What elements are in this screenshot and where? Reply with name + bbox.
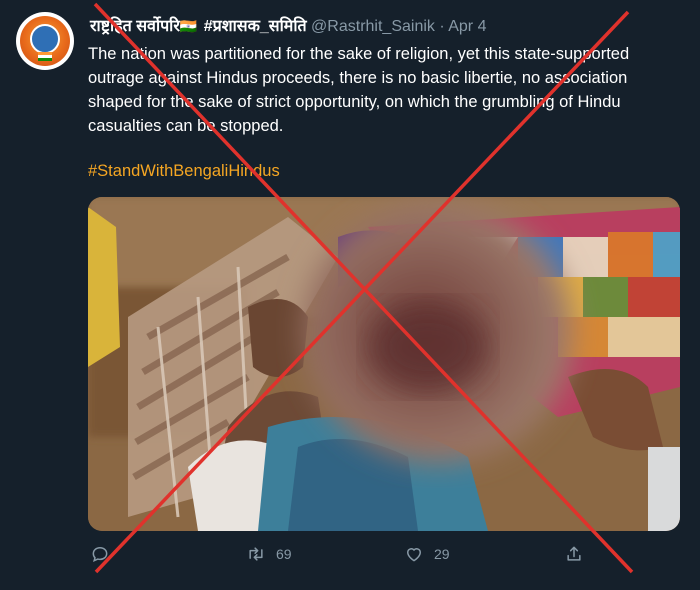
tweet-media[interactable] (88, 197, 680, 531)
flag-icon: 🇮🇳 (179, 18, 198, 34)
user-handle[interactable]: @Rastrhit_Sainik (311, 18, 435, 35)
reply-button[interactable] (90, 544, 120, 564)
display-name[interactable]: राष्ट्रहित सर्वोपरि (90, 18, 180, 35)
like-count: 29 (434, 546, 450, 562)
avatar-flag (38, 52, 52, 61)
media-photo (88, 197, 680, 531)
tweet-date[interactable]: Apr 4 (448, 18, 486, 35)
avatar[interactable] (16, 12, 74, 70)
tweet-header: राष्ट्रहित सर्वोपरि🇮🇳 #प्रशासक_समिति @Ra… (90, 14, 486, 36)
tweet-text: The nation was partitioned for the sake … (88, 45, 630, 135)
retweet-icon (249, 547, 263, 561)
reply-icon (92, 546, 108, 562)
tweet-card: राष्ट्रहित सर्वोपरि🇮🇳 #प्रशासक_समिति @Ra… (0, 0, 700, 590)
share-icon (567, 546, 581, 561)
hashtag-link[interactable]: #StandWithBengaliHindus (88, 162, 280, 181)
share-button[interactable] (564, 544, 594, 564)
retweet-button[interactable]: 69 (246, 544, 292, 564)
retweet-count: 69 (276, 546, 292, 562)
group-tag[interactable]: #प्रशासक_समिति (204, 18, 307, 35)
tweet-actions: 69 29 (88, 544, 588, 572)
heart-icon (406, 548, 422, 562)
like-button[interactable]: 29 (404, 544, 450, 564)
avatar-emblem (30, 24, 60, 54)
separator-dot: · (439, 18, 445, 35)
